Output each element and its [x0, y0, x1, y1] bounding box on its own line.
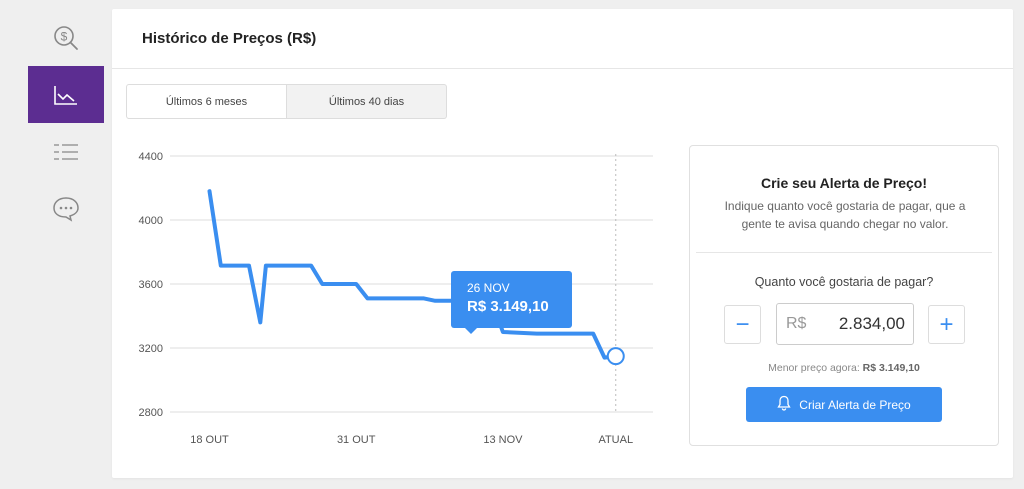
current-price-marker[interactable]	[606, 347, 625, 366]
divider	[696, 252, 992, 253]
alert-description: Indique quanto você gostaria de pagar, q…	[724, 199, 966, 231]
sidebar-item-price-search[interactable]: $	[28, 9, 104, 66]
x-tick-label: 18 OUT	[190, 434, 229, 446]
alert-question: Quanto você gostaria de pagar?	[754, 275, 934, 289]
chart-icon	[53, 84, 79, 106]
target-price-value[interactable]: 2.834,00	[839, 314, 905, 334]
lowest-price-value: R$ 3.149,10	[862, 362, 920, 374]
bell-icon	[777, 395, 799, 414]
sidebar-item-price-history[interactable]	[28, 66, 104, 123]
tooltip-date: 26 NOV	[467, 281, 510, 295]
lowest-price-label: Menor preço agora:	[768, 362, 860, 374]
price-alert-panel: Crie seu Alerta de Preço! Indique quanto…	[689, 145, 999, 446]
increase-price-button[interactable]: +	[928, 305, 965, 344]
svg-text:$: $	[61, 29, 68, 43]
decrease-price-button[interactable]: −	[724, 305, 761, 344]
sidebar: $	[0, 0, 104, 489]
create-price-alert-button[interactable]: Criar Alerta de Preço	[746, 387, 942, 422]
sidebar-item-specs[interactable]	[28, 123, 104, 180]
create-alert-label: Criar Alerta de Preço	[799, 397, 911, 412]
y-tick-label: 4000	[139, 215, 163, 227]
y-tick-label: 2800	[139, 407, 163, 419]
y-tick-label: 3200	[139, 343, 163, 355]
price-search-icon: $	[52, 24, 80, 52]
price-history-chart: 4400 4000 3600 3200 2800 18 OUT 31 OUT 13 NOV AT…	[139, 151, 653, 446]
y-tick-label: 4400	[139, 151, 163, 163]
list-icon	[53, 142, 79, 162]
currency-prefix: R$	[786, 315, 807, 332]
price-tooltip: 26 NOV R$ 3.149,10	[451, 271, 572, 334]
tooltip-price: R$ 3.149,10	[467, 298, 549, 315]
sidebar-item-reviews[interactable]	[28, 180, 104, 237]
alert-title: Crie seu Alerta de Preço!	[761, 175, 927, 191]
x-tick-label: 13 NOV	[483, 434, 523, 446]
chat-icon	[52, 196, 80, 222]
price-history-card: Histórico de Preços (R$) Últimos 6 meses…	[112, 9, 1013, 478]
y-tick-label: 3600	[139, 279, 163, 291]
lowest-price-note: Menor preço agora: R$ 3.149,10	[690, 362, 998, 374]
x-tick-label: ATUAL	[598, 434, 633, 446]
x-tick-label: 31 OUT	[337, 434, 376, 446]
target-price-input[interactable]: R$ 2.834,00	[776, 303, 914, 345]
